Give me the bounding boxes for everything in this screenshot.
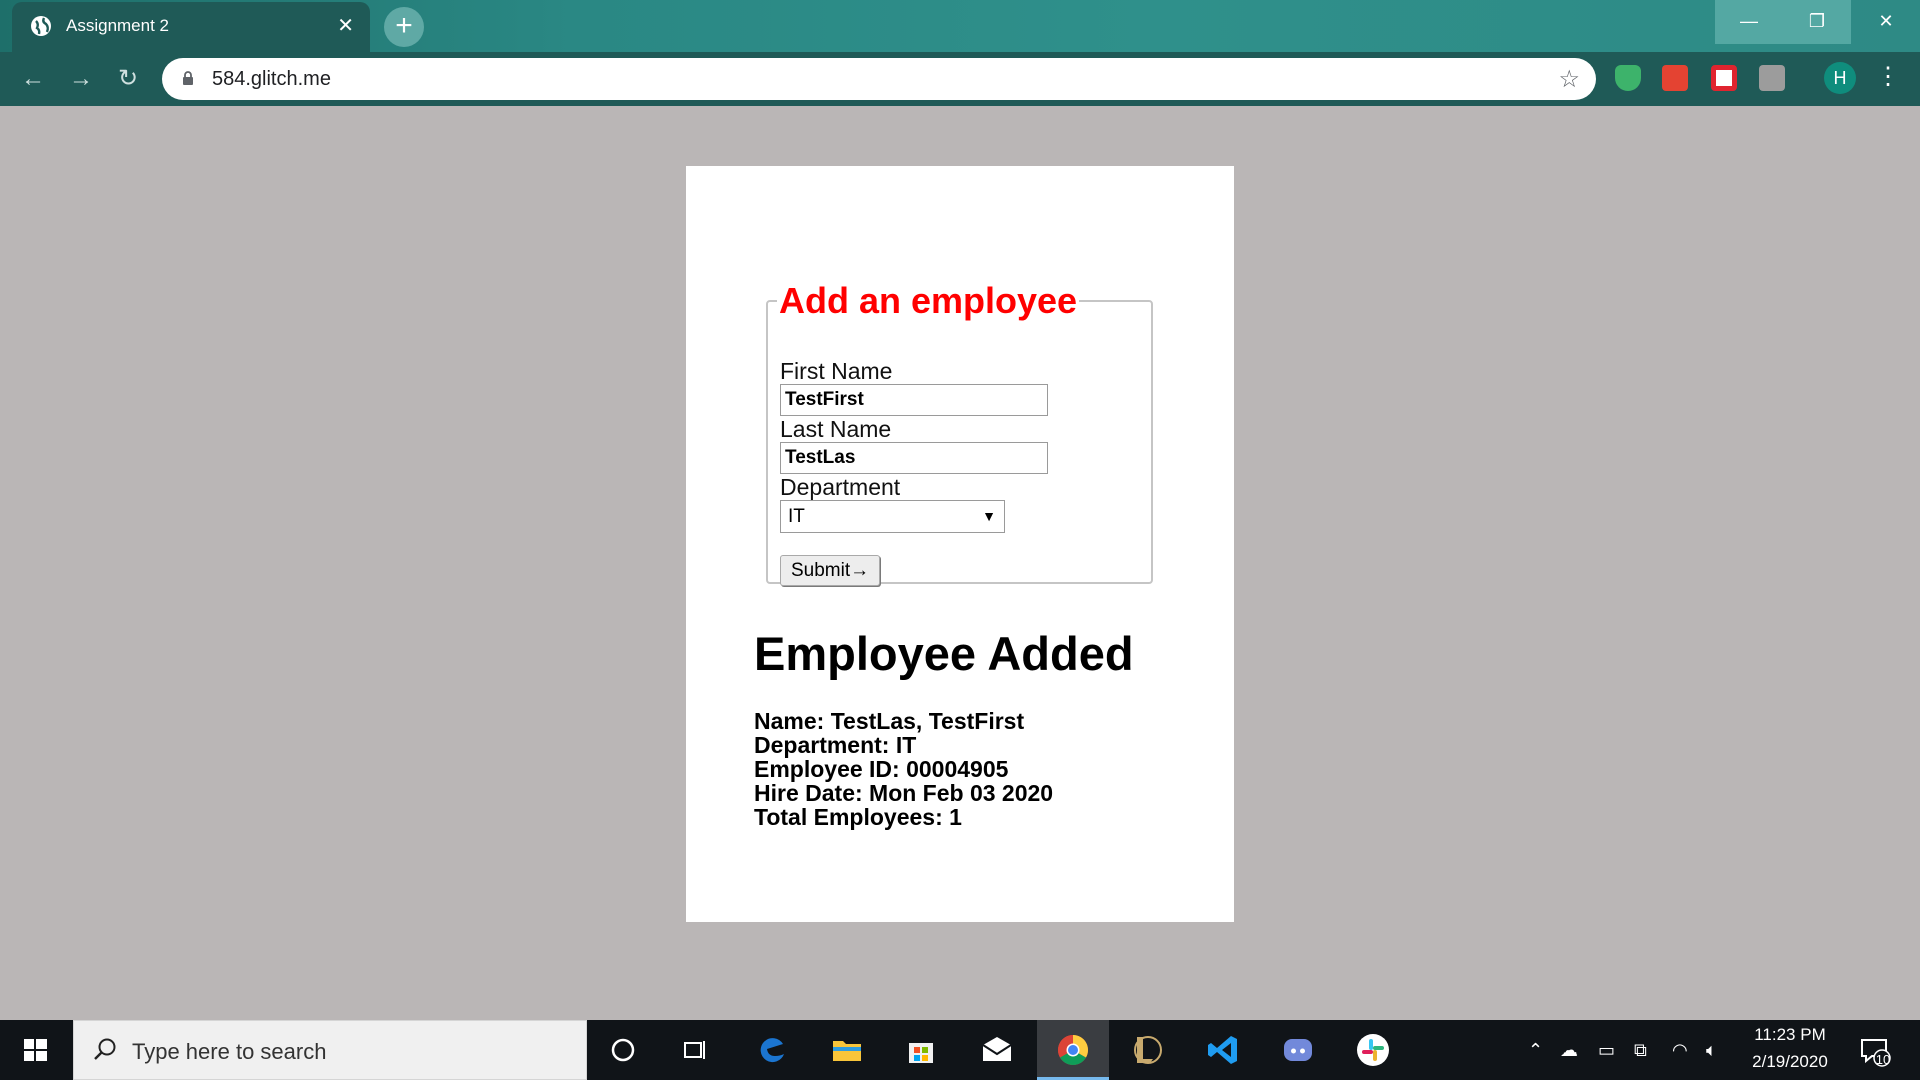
url-text: 584.glitch.me	[212, 68, 331, 90]
department-selected-value: IT	[788, 506, 805, 527]
browser-tab[interactable]: Assignment 2 ✕	[12, 2, 370, 52]
cortana-icon[interactable]	[605, 1032, 641, 1068]
result-department: Department: IT	[754, 732, 917, 758]
volume-icon[interactable]: 🔈︎	[1706, 1040, 1717, 1061]
battery-icon[interactable]: ▭	[1598, 1040, 1615, 1061]
discord-icon[interactable]	[1280, 1032, 1316, 1068]
file-explorer-icon[interactable]	[829, 1032, 865, 1068]
lock-icon	[183, 71, 193, 85]
search-placeholder: Type here to search	[132, 1039, 327, 1064]
result-heading: Employee Added	[754, 627, 1134, 680]
show-hidden-icons-chevron-icon[interactable]: ⌃	[1528, 1040, 1543, 1061]
onedrive-icon[interactable]: ☁	[1560, 1040, 1578, 1061]
globe-icon	[31, 16, 51, 36]
todoist-extension-icon[interactable]	[1662, 65, 1688, 91]
windows-start-icon[interactable]	[0, 1020, 70, 1080]
task-view-icon[interactable]	[678, 1032, 714, 1068]
slack-icon[interactable]	[1355, 1032, 1391, 1068]
result-name: Name: TestLas, TestFirst	[754, 708, 1025, 734]
search-icon	[94, 1038, 116, 1060]
first-name-label: First Name	[780, 358, 893, 384]
last-name-input[interactable]	[780, 442, 1048, 474]
mail-icon[interactable]	[979, 1032, 1015, 1068]
extension-icon[interactable]	[1759, 65, 1785, 91]
profile-avatar[interactable]: H	[1824, 62, 1856, 94]
content-card: Add an employee First Name Last Name Dep…	[686, 166, 1234, 922]
form-legend: Add an employee	[779, 280, 1078, 321]
dropdown-arrow-icon: ▼	[982, 508, 996, 524]
chrome-icon[interactable]	[1055, 1032, 1091, 1068]
bookmark-star-icon[interactable]: ☆	[1558, 65, 1580, 94]
browser-menu-icon[interactable]: ⋮	[1876, 62, 1900, 92]
address-bar[interactable]: 584.glitch.me ☆	[162, 58, 1596, 100]
minimize-button[interactable]: —	[1715, 0, 1783, 44]
result-total-employees: Total Employees: 1	[754, 804, 962, 830]
department-select[interactable]: IT ▼	[780, 500, 1005, 533]
add-employee-form: Add an employee First Name Last Name Dep…	[766, 280, 1153, 586]
submit-button[interactable]: Submit→	[780, 555, 881, 586]
restore-button[interactable]: ❐	[1783, 0, 1851, 44]
tab-title: Assignment 2	[66, 16, 169, 35]
forward-arrow-icon[interactable]: →	[66, 64, 96, 94]
new-tab-button[interactable]: +	[384, 7, 424, 47]
edge-icon[interactable]	[755, 1032, 791, 1068]
browser-title-bar: Assignment 2 ✕ + — ❐ ✕	[0, 0, 1920, 52]
clock-time[interactable]: 11:23 PM	[1740, 1025, 1840, 1045]
clock-date[interactable]: 2/19/2020	[1740, 1052, 1840, 1072]
department-label: Department	[780, 474, 901, 500]
pocket-extension-icon[interactable]	[1711, 65, 1737, 91]
browser-toolbar: ← → ↻ 584.glitch.me ☆ H ⋮	[0, 52, 1920, 106]
notification-count-badge: 10	[1875, 1052, 1891, 1067]
tab-close-icon[interactable]: ✕	[337, 15, 354, 37]
result-hire-date: Hire Date: Mon Feb 03 2020	[754, 780, 1054, 806]
wifi-icon[interactable]: ◠	[1672, 1040, 1688, 1061]
taskbar-search-box[interactable]: Type here to search	[73, 1020, 587, 1080]
vscode-icon[interactable]	[1205, 1032, 1241, 1068]
taskbar: Type here to search ⌃ ☁ ▭ ⧉ ◠ 🔈︎ 11:23 P…	[0, 1020, 1920, 1080]
shield-extension-icon[interactable]	[1615, 65, 1641, 91]
result-details: Name: TestLas, TestFirst Department: IT …	[754, 709, 1053, 829]
reload-icon[interactable]: ↻	[113, 64, 143, 94]
network-status-icon[interactable]: ⧉	[1634, 1040, 1647, 1061]
first-name-input[interactable]	[780, 384, 1048, 416]
league-of-legends-icon[interactable]	[1129, 1032, 1165, 1068]
close-window-button[interactable]: ✕	[1852, 0, 1920, 44]
microsoft-store-icon[interactable]	[903, 1032, 939, 1068]
result-employee-id: Employee ID: 00004905	[754, 756, 1009, 782]
last-name-label: Last Name	[780, 416, 892, 442]
back-arrow-icon[interactable]: ←	[18, 64, 48, 94]
